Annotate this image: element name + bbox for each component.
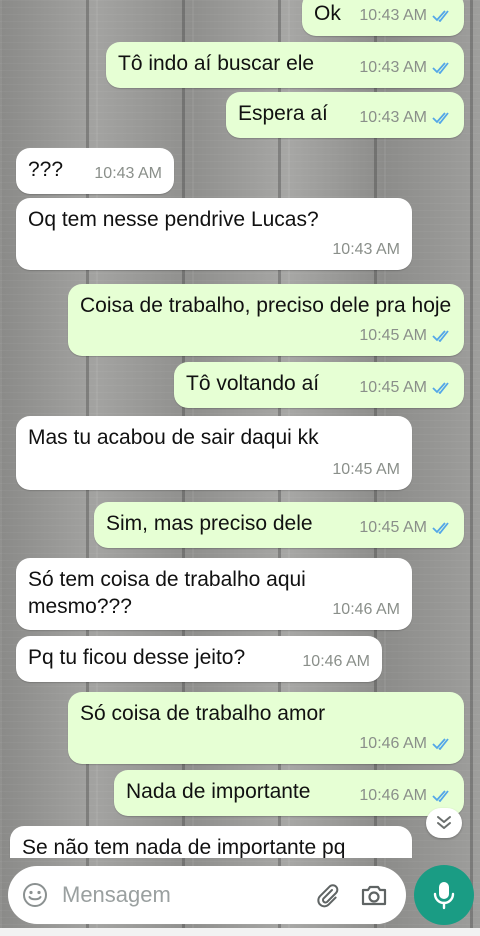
- message-time: 10:46 AM: [332, 601, 400, 618]
- read-ticks-icon: [432, 789, 449, 802]
- message-outgoing[interactable]: Só coisa de trabalho amor 10:46 AM: [68, 692, 464, 764]
- mic-icon: [433, 882, 455, 910]
- message-outgoing[interactable]: Espera aí 10:43 AM: [226, 92, 464, 138]
- message-time: 10:43 AM: [359, 7, 427, 24]
- message-incoming[interactable]: Oq tem nesse pendrive Lucas? 10:43 AM: [16, 198, 412, 270]
- message-text: Se não tem nada de importante pq: [22, 836, 346, 858]
- message-time: 10:46 AM: [302, 653, 370, 670]
- emoji-icon[interactable]: [22, 882, 48, 908]
- read-ticks-icon: [432, 737, 449, 750]
- scroll-to-bottom-button[interactable]: [426, 808, 462, 838]
- message-time: 10:43 AM: [359, 59, 427, 76]
- message-text: Só tem coisa de trabalho aqui mesmo???: [28, 568, 306, 618]
- read-ticks-icon: [432, 521, 449, 534]
- read-ticks-icon: [432, 381, 449, 394]
- read-ticks-icon: [432, 61, 449, 74]
- message-incoming[interactable]: Mas tu acabou de sair daqui kk 10:45 AM: [16, 416, 412, 490]
- message-composer[interactable]: Mensagem: [8, 866, 406, 924]
- message-time: 10:46 AM: [359, 735, 427, 752]
- read-ticks-icon: [432, 111, 449, 124]
- system-nav-bar: [0, 928, 480, 936]
- message-outgoing[interactable]: Nada de importante 10:46 AM: [114, 770, 464, 816]
- message-list[interactable]: Ok 10:43 AM Tô indo aí buscar ele 10:43 …: [0, 0, 480, 858]
- camera-icon[interactable]: [360, 883, 388, 907]
- message-time: 10:43 AM: [332, 241, 400, 258]
- message-time: 10:45 AM: [359, 519, 427, 536]
- message-outgoing[interactable]: Tô voltando aí 10:45 AM: [174, 362, 464, 408]
- message-incoming[interactable]: Pq tu ficou desse jeito? 10:46 AM: [16, 636, 382, 682]
- double-chevron-down-icon: [437, 816, 451, 829]
- read-ticks-icon: [432, 9, 449, 22]
- message-time: 10:45 AM: [359, 379, 427, 396]
- message-time: 10:43 AM: [359, 109, 427, 126]
- message-outgoing[interactable]: Sim, mas preciso dele 10:45 AM: [94, 502, 464, 548]
- message-input[interactable]: Mensagem: [62, 880, 171, 910]
- read-ticks-icon: [432, 329, 449, 342]
- message-text: Coisa de trabalho, preciso dele pra hoje: [80, 294, 452, 317]
- message-text: Oq tem nesse pendrive Lucas?: [28, 208, 319, 231]
- message-incoming[interactable]: Só tem coisa de trabalho aqui mesmo??? 1…: [16, 558, 412, 630]
- message-text: Mas tu acabou de sair daqui kk: [28, 426, 319, 449]
- message-incoming[interactable]: Se não tem nada de importante pq: [10, 826, 412, 858]
- message-time: 10:45 AM: [332, 461, 400, 478]
- message-time: 10:46 AM: [359, 787, 427, 804]
- message-time: 10:43 AM: [94, 165, 162, 182]
- message-time: 10:45 AM: [359, 327, 427, 344]
- attach-icon[interactable]: [314, 882, 340, 908]
- message-text: Só coisa de trabalho amor: [80, 702, 326, 725]
- message-outgoing[interactable]: Ok 10:43 AM: [302, 0, 464, 36]
- message-outgoing[interactable]: Tô indo aí buscar ele 10:43 AM: [106, 42, 464, 88]
- message-incoming[interactable]: ??? 10:43 AM: [16, 148, 174, 194]
- mic-button[interactable]: [414, 865, 474, 925]
- message-outgoing[interactable]: Coisa de trabalho, preciso dele pra hoje…: [68, 284, 464, 356]
